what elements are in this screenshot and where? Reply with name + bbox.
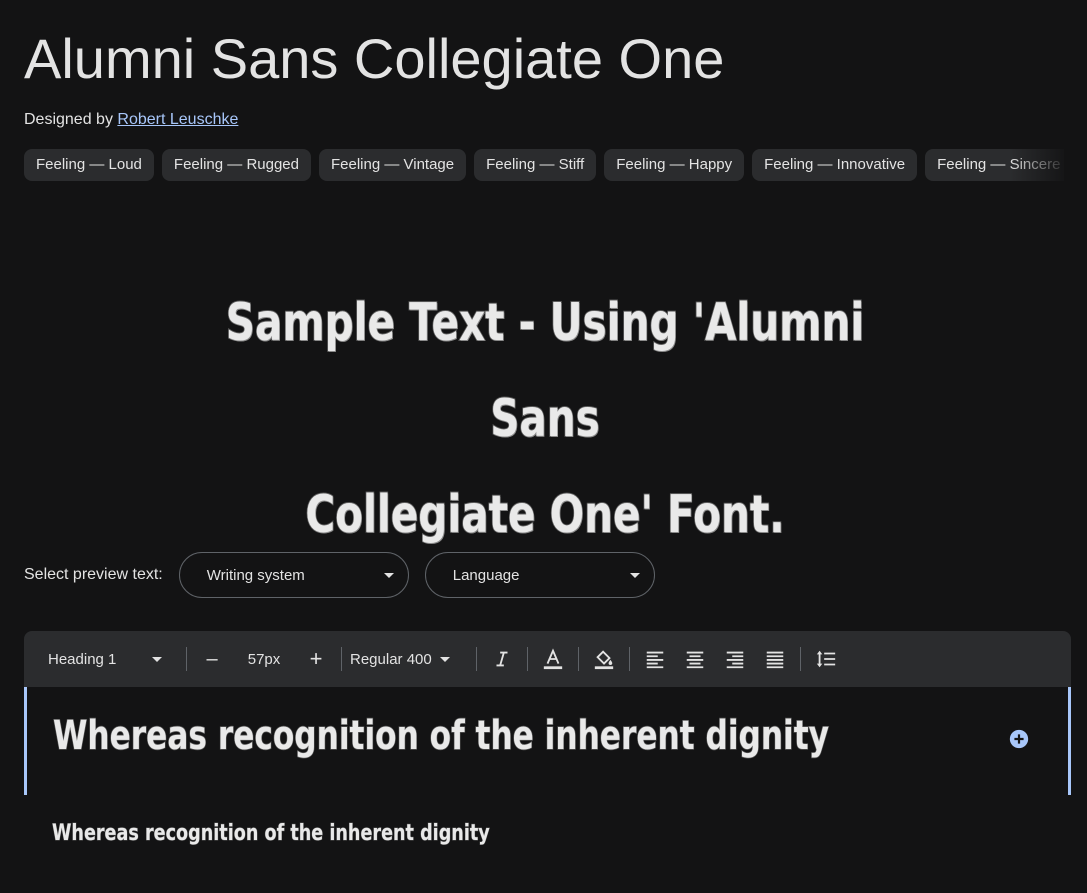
toolbar-divider <box>186 647 187 671</box>
tags-fade <box>1010 149 1070 183</box>
designer-line: Designed by Robert Leuschke <box>24 111 238 129</box>
align-left-icon <box>646 651 664 669</box>
align-center-icon <box>686 651 704 669</box>
align-center-button[interactable] <box>678 642 712 676</box>
line-height-icon <box>816 650 836 668</box>
chevron-down-icon <box>383 573 394 578</box>
align-right-icon <box>726 651 744 669</box>
chevron-down-icon <box>439 656 450 662</box>
align-right-button[interactable] <box>718 642 752 676</box>
editor-preview-row-active[interactable]: Whereas recognition of the inherent dign… <box>24 687 1071 795</box>
tag-chip[interactable]: Feeling — Vintage <box>318 149 467 181</box>
text-color-button[interactable] <box>536 642 570 676</box>
chevron-down-icon <box>152 656 163 662</box>
designer-link[interactable]: Robert Leuschke <box>117 111 238 128</box>
page-title: Alumni Sans Collegiate One <box>24 27 725 90</box>
hero-line-2: Collegiate One' Font. <box>305 484 786 546</box>
toolbar-divider <box>527 647 528 671</box>
style-value: Heading 1 <box>48 650 117 668</box>
editor-toolbar: Heading 1 – 57px + Regular 400 <box>24 631 1071 687</box>
tag-chip[interactable]: Feeling — Innovative <box>752 149 918 181</box>
weight-value: Regular 400 <box>350 650 432 668</box>
preview-selector-row: Select preview text: Writing system Lang… <box>24 551 671 599</box>
align-justify-icon <box>766 651 784 669</box>
chevron-down-icon <box>629 573 640 578</box>
weight-dropdown[interactable]: Regular 400 <box>350 631 468 687</box>
text-color-icon <box>543 648 563 670</box>
toolbar-divider <box>476 647 477 671</box>
add-circle-icon[interactable] <box>1008 728 1030 750</box>
preview-label: Select preview text: <box>24 566 163 583</box>
toolbar-divider <box>800 647 801 671</box>
increase-size-button[interactable]: + <box>299 642 333 676</box>
hero-sample-text: Sample Text - Using 'Alumni Sans Collegi… <box>198 275 892 563</box>
font-size-value[interactable]: 57px <box>229 631 299 687</box>
editor-big-text[interactable]: Whereas recognition of the inherent dign… <box>52 712 829 760</box>
italic-icon <box>496 651 508 667</box>
font-size-text: 57px <box>247 650 281 668</box>
tag-chip[interactable]: Feeling — Stiff <box>474 149 597 181</box>
tag-chip[interactable]: Feeling — Rugged <box>161 149 311 181</box>
designed-by-label: Designed by <box>24 111 113 128</box>
italic-button[interactable] <box>485 642 519 676</box>
align-left-button[interactable] <box>638 642 672 676</box>
writing-system-select[interactable]: Writing system <box>178 552 409 598</box>
background-color-button[interactable] <box>587 642 621 676</box>
decrease-size-button[interactable]: – <box>195 642 229 676</box>
plus-icon: + <box>309 646 323 671</box>
line-height-button[interactable] <box>809 642 843 676</box>
hero-line-1: Sample Text - Using 'Alumni Sans <box>225 292 865 450</box>
tag-chip[interactable]: Feeling — Loud <box>24 149 154 181</box>
tag-chip[interactable]: Feeling — Happy <box>604 149 745 181</box>
tag-list: Feeling — Loud Feeling — Rugged Feeling … <box>24 149 1064 183</box>
style-dropdown[interactable]: Heading 1 <box>48 631 178 687</box>
toolbar-divider <box>578 647 579 671</box>
language-select[interactable]: Language <box>424 552 655 598</box>
align-justify-button[interactable] <box>758 642 792 676</box>
toolbar-divider <box>341 647 342 671</box>
minus-icon: – <box>206 647 218 670</box>
writing-system-value: Writing system <box>206 567 305 584</box>
language-value: Language <box>452 567 520 584</box>
paint-bucket-icon <box>594 650 614 670</box>
editor-small-text[interactable]: Whereas recognition of the inherent dign… <box>52 821 491 847</box>
toolbar-divider <box>629 647 630 671</box>
